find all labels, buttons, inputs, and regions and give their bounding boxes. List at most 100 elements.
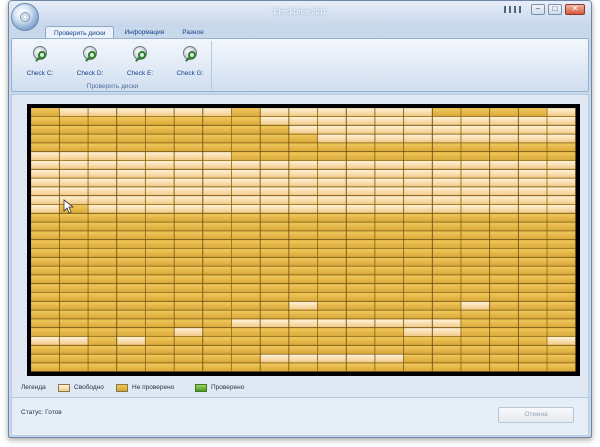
cluster-cell-unchecked <box>288 230 318 240</box>
app-menu-orb[interactable] <box>11 3 39 31</box>
maximize-button[interactable]: □ <box>548 4 562 15</box>
cluster-cell-free <box>288 301 318 311</box>
cluster-cell-unchecked <box>461 257 490 267</box>
cluster-cell-unchecked <box>547 222 576 231</box>
cluster-cell-unchecked <box>547 274 576 284</box>
cluster-cell-unchecked <box>145 134 175 143</box>
cluster-cell-free <box>317 195 347 205</box>
cluster-cell-free <box>317 354 347 363</box>
cluster-cell-unchecked <box>432 274 461 284</box>
check-e-button[interactable]: Check E: <box>118 43 162 81</box>
cluster-cell-unchecked <box>174 116 203 126</box>
cluster-cell-unchecked <box>116 257 146 267</box>
cluster-cell-free <box>375 178 404 187</box>
cluster-cell-free <box>317 169 347 178</box>
cluster-cell-unchecked <box>403 283 433 293</box>
qat-bar-icon <box>519 6 521 13</box>
cluster-cell-unchecked <box>202 239 232 249</box>
cluster-cell-free <box>375 125 404 135</box>
cluster-cell-unchecked <box>116 230 146 240</box>
ribbon-group-label: Проверить диски <box>86 83 139 90</box>
cluster-cell-free <box>174 169 203 178</box>
cluster-cell-unchecked <box>432 108 461 117</box>
cluster-cell-unchecked <box>88 301 117 311</box>
cluster-cell-free <box>145 108 175 117</box>
check-e-label: Check E: <box>126 70 154 77</box>
cluster-cell-unchecked <box>317 257 347 267</box>
cluster-cell-free <box>403 318 433 328</box>
cluster-cell-free <box>288 125 318 135</box>
cluster-cell-unchecked <box>260 283 289 293</box>
cluster-cell-unchecked <box>489 318 519 328</box>
cluster-cell-free <box>145 178 175 187</box>
cluster-cell-unchecked <box>518 362 547 372</box>
legend-free-swatch <box>58 384 70 392</box>
cluster-cell-unchecked <box>202 310 232 319</box>
close-button[interactable]: ✕ <box>565 4 585 15</box>
cluster-cell-unchecked <box>31 266 60 275</box>
quick-access-toolbar[interactable] <box>504 6 521 13</box>
cluster-cell-unchecked <box>231 327 261 337</box>
cluster-cell-unchecked <box>202 274 232 284</box>
cluster-cell-unchecked <box>375 345 404 355</box>
cluster-cell-free <box>461 169 490 178</box>
cluster-cell-unchecked <box>145 266 175 275</box>
cluster-cell-unchecked <box>346 222 375 231</box>
cluster-cell-free <box>317 318 347 328</box>
cluster-cell-free <box>346 178 375 187</box>
cluster-cell-free <box>116 108 146 117</box>
cluster-cell-free <box>547 169 576 178</box>
cluster-cell-unchecked <box>174 266 203 275</box>
title-bar: CheckDrive 2011 – □ ✕ <box>9 1 591 27</box>
cluster-cell-free <box>202 204 232 214</box>
cluster-cell-unchecked <box>260 336 289 346</box>
cluster-cell-free <box>288 169 318 178</box>
cluster-cell-free <box>375 204 404 214</box>
legend-checked-label: Проверено <box>211 384 245 391</box>
cluster-cell-unchecked <box>317 266 347 275</box>
cluster-cell-free <box>518 195 547 205</box>
cluster-cell-unchecked <box>174 310 203 319</box>
cluster-cell-free <box>260 186 289 196</box>
minimize-button[interactable]: – <box>531 4 545 15</box>
cluster-cell-unchecked <box>116 266 146 275</box>
check-d-button[interactable]: Check D: <box>68 43 112 81</box>
cluster-cell-unchecked <box>174 213 203 222</box>
cluster-cell-unchecked <box>31 274 60 284</box>
cluster-cell-free <box>547 186 576 196</box>
cluster-cell-unchecked <box>346 345 375 355</box>
cluster-cell-unchecked <box>31 362 60 372</box>
cluster-cell-unchecked <box>432 151 461 161</box>
cluster-cell-unchecked <box>174 354 203 363</box>
cluster-cell-unchecked <box>518 327 547 337</box>
cluster-cell-unchecked <box>489 362 519 372</box>
check-g-button[interactable]: Check G: <box>168 43 212 81</box>
cluster-cell-unchecked <box>403 362 433 372</box>
check-c-button[interactable]: Check C: <box>18 43 62 81</box>
cluster-cell-unchecked <box>59 292 88 302</box>
cluster-cell-unchecked <box>116 301 146 311</box>
check-d-label: Check D: <box>76 70 104 77</box>
cluster-cell-unchecked <box>231 345 261 355</box>
cluster-cell-unchecked <box>288 362 318 372</box>
cluster-cell-unchecked <box>461 354 490 363</box>
cluster-cell-unchecked <box>202 116 232 126</box>
cluster-cell-unchecked <box>461 318 490 328</box>
cluster-cell-free <box>432 204 461 214</box>
cluster-cell-unchecked <box>489 151 519 161</box>
cluster-cell-unchecked <box>317 248 347 258</box>
cluster-cell-unchecked <box>31 318 60 328</box>
cluster-cell-unchecked <box>547 239 576 249</box>
cluster-cell-free <box>88 108 117 117</box>
cluster-cell-free <box>145 169 175 178</box>
cancel-button[interactable]: Отмена <box>498 407 574 423</box>
disk-map-frame <box>27 104 580 376</box>
cluster-cell-unchecked <box>88 283 117 293</box>
cluster-cell-unchecked <box>116 318 146 328</box>
cluster-cell-unchecked <box>403 239 433 249</box>
cluster-cell-unchecked <box>231 283 261 293</box>
cluster-cell-unchecked <box>403 248 433 258</box>
cluster-cell-free <box>231 169 261 178</box>
cluster-cell-free <box>231 186 261 196</box>
cluster-cell-free <box>31 169 60 178</box>
